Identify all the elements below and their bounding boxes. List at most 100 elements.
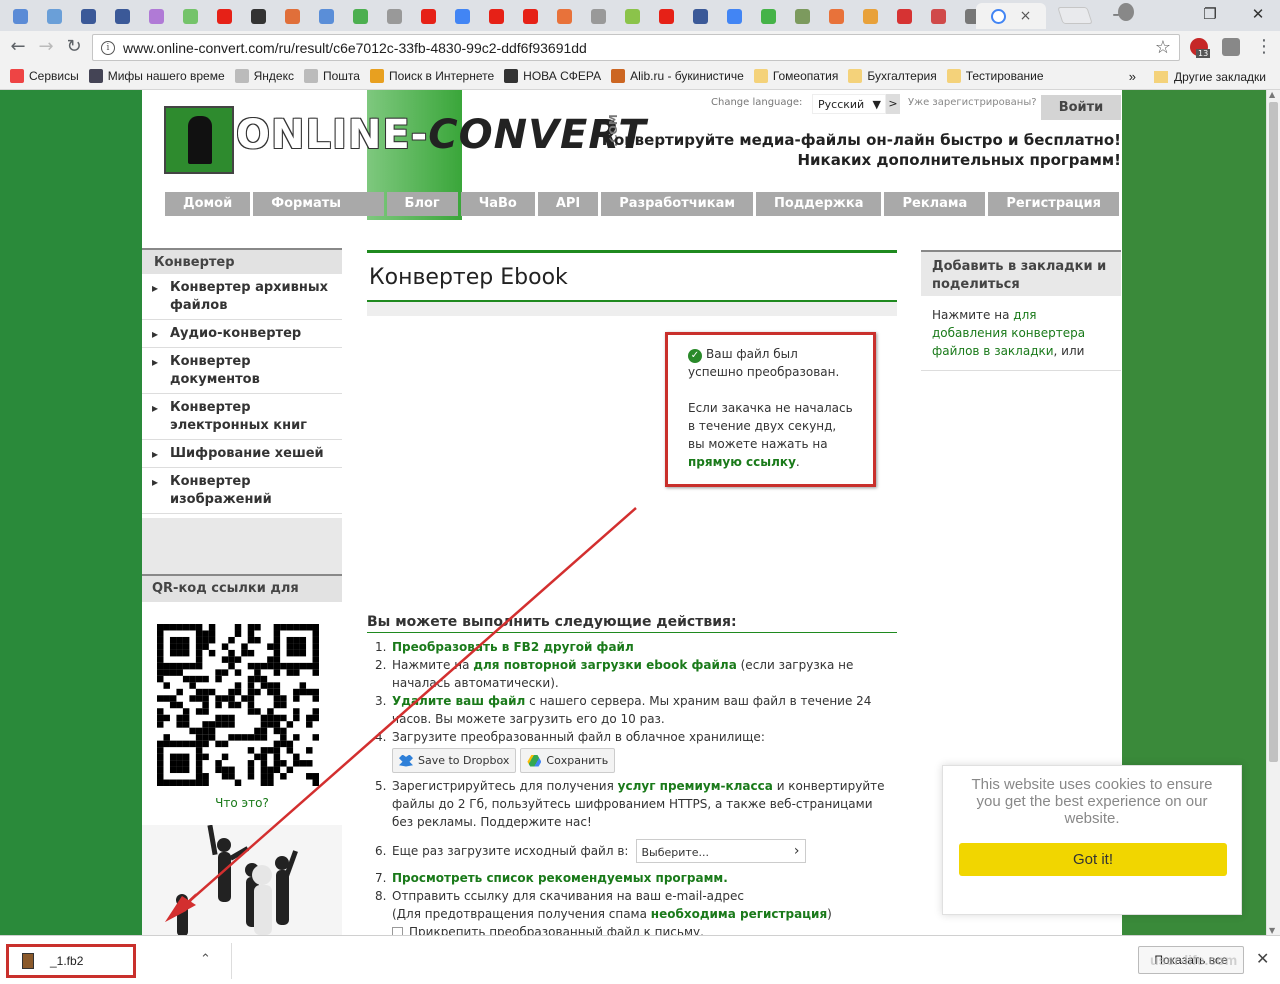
tab[interactable] bbox=[854, 3, 887, 29]
nav-item[interactable]: Реклама bbox=[884, 192, 986, 216]
recommended-programs-link[interactable]: Просмотреть список рекомендуемых програм… bbox=[392, 869, 728, 887]
bookmark-item[interactable]: Яндекс bbox=[234, 69, 294, 83]
tab[interactable] bbox=[38, 3, 71, 29]
tab-active[interactable]: × bbox=[976, 3, 1046, 29]
address-bar[interactable]: i www.online-convert.com/ru/result/c6e70… bbox=[92, 34, 1180, 61]
extension-icon[interactable] bbox=[1222, 38, 1240, 56]
convert-another-link[interactable]: Преобразовать в FB2 другой файл bbox=[392, 640, 634, 654]
bookmark-item[interactable]: Тестирование bbox=[946, 69, 1044, 83]
tab[interactable] bbox=[922, 3, 955, 29]
bookmark-item[interactable]: Alib.ru - букинистиче bbox=[611, 69, 744, 83]
tab[interactable] bbox=[888, 3, 921, 29]
maximize-icon[interactable]: ❐ bbox=[1190, 2, 1230, 26]
nav-item[interactable]: Форматы файлов bbox=[253, 192, 384, 235]
chevron-up-icon[interactable]: ⌃ bbox=[200, 952, 211, 967]
premium-link[interactable]: услуг премиум-класса bbox=[618, 779, 773, 793]
nav-item[interactable]: ЧаВо bbox=[460, 192, 535, 216]
sidebar-item[interactable]: Конвертер изображений bbox=[142, 468, 342, 514]
gdrive-button[interactable]: Сохранить bbox=[520, 748, 616, 773]
spiral-icon bbox=[319, 8, 334, 24]
tab[interactable] bbox=[650, 3, 683, 29]
nav-item[interactable]: Поддержка bbox=[756, 192, 882, 216]
menu-icon[interactable]: ⋮ bbox=[1252, 36, 1276, 57]
tab[interactable] bbox=[208, 3, 241, 29]
cookie-accept-button[interactable]: Got it! bbox=[959, 843, 1227, 876]
nav-item[interactable]: Домой bbox=[165, 192, 251, 216]
logo-icon[interactable] bbox=[164, 106, 234, 174]
tab[interactable] bbox=[72, 3, 105, 29]
nav-item[interactable]: API bbox=[537, 192, 599, 216]
qr-what-link[interactable]: Что это? bbox=[142, 796, 342, 810]
bookmark-item[interactable]: Пошта bbox=[303, 69, 360, 83]
close-window-icon[interactable]: ✕ bbox=[1238, 2, 1278, 26]
close-icon[interactable]: ✕ bbox=[1256, 949, 1269, 968]
slogan: Конвертируйте медиа-файлы он-лайн быстро… bbox=[602, 130, 1121, 170]
sidebar-title: Конвертер bbox=[142, 248, 342, 274]
share-post: , или bbox=[1053, 344, 1085, 358]
nav-item[interactable]: Разработчикам bbox=[601, 192, 753, 216]
tab[interactable] bbox=[310, 3, 343, 29]
reload-icon[interactable]: ↻ bbox=[62, 36, 86, 57]
scrollbar-thumb[interactable] bbox=[1269, 102, 1278, 762]
registration-link[interactable]: необходима регистрация bbox=[651, 907, 827, 921]
bookmark-item[interactable]: Поиск в Интернете bbox=[369, 69, 494, 83]
facebook-icon bbox=[81, 8, 96, 24]
tab[interactable] bbox=[242, 3, 275, 29]
nav-item[interactable]: Регистрация bbox=[988, 192, 1119, 216]
sidebar-item[interactable]: Конвертер электронных книг bbox=[142, 394, 342, 440]
tab[interactable] bbox=[174, 3, 207, 29]
delete-file-link[interactable]: Удалите ваш файл bbox=[392, 694, 525, 708]
tab[interactable] bbox=[4, 3, 37, 29]
page-scrollbar[interactable]: ▲ ▼ bbox=[1266, 90, 1280, 935]
language-select[interactable]: Русский ▼ bbox=[812, 94, 886, 114]
tab[interactable] bbox=[106, 3, 139, 29]
bookmark-item[interactable]: Бухгалтерия bbox=[848, 69, 937, 83]
more-bookmarks-icon[interactable]: » bbox=[1129, 69, 1136, 84]
tab[interactable] bbox=[378, 3, 411, 29]
other-bookmarks[interactable]: Другие закладки bbox=[1154, 70, 1266, 84]
tab[interactable] bbox=[344, 3, 377, 29]
tab[interactable] bbox=[140, 3, 173, 29]
tab[interactable] bbox=[820, 3, 853, 29]
new-tab-button[interactable] bbox=[1057, 7, 1093, 24]
download-item[interactable]: _1.fb2 bbox=[6, 944, 136, 978]
sidebar-item[interactable]: Шифрование хешей bbox=[142, 440, 342, 468]
dropbox-button[interactable]: Save to Dropbox bbox=[392, 748, 517, 773]
info-icon[interactable]: i bbox=[101, 40, 115, 55]
scroll-up-icon[interactable]: ▲ bbox=[1269, 90, 1275, 99]
bookmark-item[interactable]: НОВА СФЕРА bbox=[504, 69, 601, 83]
sidebar-item[interactable]: Конвертер архивных файлов bbox=[142, 274, 342, 320]
back-icon[interactable]: ← bbox=[6, 36, 30, 57]
forward-icon[interactable]: → bbox=[34, 36, 58, 57]
tab[interactable] bbox=[480, 3, 513, 29]
scroll-down-icon[interactable]: ▼ bbox=[1269, 926, 1275, 935]
tab[interactable] bbox=[412, 3, 445, 29]
bookmark-star-icon[interactable]: ☆ bbox=[1155, 37, 1171, 58]
logo[interactable]: ONLINE-CONVERT bbox=[236, 112, 647, 158]
tab[interactable] bbox=[514, 3, 547, 29]
tab[interactable] bbox=[582, 3, 615, 29]
sidebar-item[interactable]: Аудио-конвертер bbox=[142, 320, 342, 348]
tab[interactable] bbox=[718, 3, 751, 29]
redownload-link[interactable]: для повторной загрузки ebook файла bbox=[473, 658, 737, 672]
tab[interactable] bbox=[446, 3, 479, 29]
bookmark-item[interactable]: Сервисы bbox=[10, 69, 79, 83]
language-go-button[interactable]: > bbox=[886, 94, 900, 114]
close-tab-icon[interactable]: × bbox=[1020, 8, 1032, 24]
tab[interactable] bbox=[684, 3, 717, 29]
sidebar-item[interactable]: Конвертер документов bbox=[142, 348, 342, 394]
tab[interactable] bbox=[786, 3, 819, 29]
nav-item[interactable]: Блог bbox=[386, 192, 458, 216]
bookmark-item[interactable]: Гомеопатия bbox=[753, 69, 838, 83]
direct-link[interactable]: прямую ссылку bbox=[688, 455, 796, 469]
tab[interactable] bbox=[616, 3, 649, 29]
tab[interactable] bbox=[548, 3, 581, 29]
attach-checkbox[interactable] bbox=[392, 927, 403, 935]
upload-target-select[interactable]: Выберите... bbox=[636, 839, 807, 863]
login-button[interactable]: Войти bbox=[1041, 95, 1121, 120]
copyright-icon bbox=[897, 8, 912, 24]
tab[interactable] bbox=[752, 3, 785, 29]
profile-icon[interactable] bbox=[1118, 3, 1134, 21]
tab[interactable] bbox=[276, 3, 309, 29]
bookmark-item[interactable]: Мифы нашего време bbox=[88, 69, 225, 83]
